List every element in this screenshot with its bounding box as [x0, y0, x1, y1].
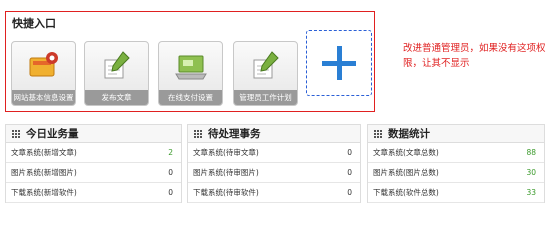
grid-icon	[374, 130, 382, 138]
grid-icon	[194, 130, 202, 138]
card-header: 待处理事务	[188, 125, 360, 143]
today-business-card: 今日业务量 文章系统(新增文章) 2 图片系统(新增图片) 0 下载系统(新增软…	[5, 124, 182, 203]
tile-label: 在线支付设置	[159, 90, 222, 105]
laptop-payment-icon	[175, 55, 207, 80]
add-shortcut-button[interactable]	[306, 30, 372, 96]
table-row[interactable]: 文章系统(新增文章) 2	[6, 143, 181, 163]
table-row[interactable]: 图片系统(新增图片) 0	[6, 163, 181, 183]
card-header: 今日业务量	[6, 125, 181, 143]
tile-label: 管理员工作计划	[234, 90, 297, 105]
table-row[interactable]: 下载系统(待审软件) 0	[188, 183, 360, 203]
table-row[interactable]: 文章系统(待审文章) 0	[188, 143, 360, 163]
tile-admin-work-plan[interactable]: 管理员工作计划	[233, 41, 298, 106]
pencil-paper-icon	[104, 51, 130, 79]
tile-publish-article[interactable]: 发布文章	[84, 41, 149, 106]
table-row[interactable]: 下载系统(软件总数) 33	[368, 183, 544, 203]
tile-label: 发布文章	[85, 90, 148, 105]
table-row[interactable]: 图片系统(待审图片) 0	[188, 163, 360, 183]
grid-icon	[12, 130, 20, 138]
annotation-note: 改进普通管理员，如果没有这项权限，让其不显示	[403, 43, 546, 69]
table-row[interactable]: 图片系统(图片总数) 30	[368, 163, 544, 183]
tile-site-settings[interactable]: 网站基本信息设置	[11, 41, 76, 106]
table-row[interactable]: 文章系统(文章总数) 88	[368, 143, 544, 163]
pending-tasks-card: 待处理事务 文章系统(待审文章) 0 图片系统(待审图片) 0 下载系统(待审软…	[187, 124, 361, 203]
pencil-paper-icon	[253, 51, 279, 79]
card-title: 待处理事务	[208, 128, 261, 140]
card-header: 数据统计	[368, 125, 544, 143]
tile-label: 网站基本信息设置	[12, 90, 75, 105]
tile-online-payment[interactable]: 在线支付设置	[158, 41, 223, 106]
card-title: 数据统计	[388, 128, 430, 140]
data-statistics-card: 数据统计 文章系统(文章总数) 88 图片系统(图片总数) 30 下载系统(软件…	[367, 124, 545, 203]
card-title: 今日业务量	[26, 128, 79, 140]
gear-settings-icon	[29, 52, 58, 77]
table-row[interactable]: 下载系统(新增软件) 0	[6, 183, 181, 203]
quick-entry-title: 快捷入口	[12, 17, 56, 30]
